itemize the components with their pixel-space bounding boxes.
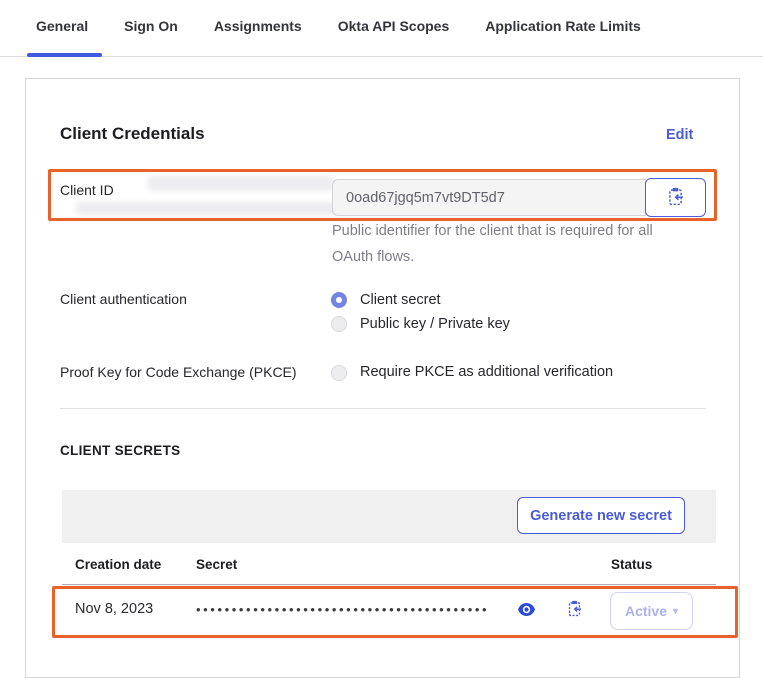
status-label: Active: [625, 603, 667, 619]
copy-client-id-button[interactable]: [645, 178, 706, 217]
section-divider: [60, 408, 706, 409]
column-header-secret: Secret: [196, 557, 237, 572]
client-secrets-title: CLIENT SECRETS: [60, 443, 180, 458]
client-id-help-text: Public identifier for the client that is…: [332, 219, 653, 270]
clipboard-copy-icon: [567, 605, 582, 620]
pkce-option-label: Require PKCE as additional verification: [360, 364, 613, 380]
reveal-secret-button[interactable]: [518, 603, 535, 616]
pkce-label: Proof Key for Code Exchange (PKCE): [60, 364, 297, 380]
tab-general[interactable]: General: [36, 18, 88, 34]
tab-application-rate-limits[interactable]: Application Rate Limits: [485, 18, 641, 34]
column-header-creation-date: Creation date: [75, 557, 161, 572]
app-tabs: General Sign On Assignments Okta API Sco…: [36, 18, 641, 34]
tab-sign-on[interactable]: Sign On: [124, 18, 178, 34]
client-authentication-label: Client authentication: [60, 291, 187, 307]
client-id-label: Client ID: [60, 182, 114, 198]
column-header-status: Status: [611, 557, 652, 572]
chevron-down-icon: ▾: [673, 606, 678, 617]
active-tab-underline: [27, 53, 102, 57]
tab-assignments[interactable]: Assignments: [214, 18, 302, 34]
radio-client-secret-label: Client secret: [360, 292, 441, 308]
secret-creation-date: Nov 8, 2023: [75, 601, 153, 617]
table-header-divider: [62, 584, 716, 585]
radio-client-secret[interactable]: [331, 292, 347, 308]
radio-public-private-key[interactable]: [331, 316, 347, 332]
radio-public-private-key-label: Public key / Private key: [360, 316, 510, 332]
eye-icon: [518, 604, 535, 619]
client-id-input[interactable]: [332, 179, 646, 216]
generate-new-secret-button[interactable]: Generate new secret: [517, 497, 685, 534]
secret-status-dropdown[interactable]: Active ▾: [610, 592, 693, 630]
clipboard-copy-icon: [667, 187, 684, 209]
client-credentials-title: Client Credentials: [60, 124, 205, 144]
tab-okta-api-scopes[interactable]: Okta API Scopes: [338, 18, 450, 34]
copy-secret-button[interactable]: [567, 600, 582, 617]
masked-secret-value: ••••••••••••••••••••••••••••••••••••••••…: [196, 602, 489, 617]
edit-link[interactable]: Edit: [666, 127, 693, 143]
tabbar-divider: [0, 56, 763, 57]
pkce-checkbox[interactable]: [331, 365, 347, 381]
